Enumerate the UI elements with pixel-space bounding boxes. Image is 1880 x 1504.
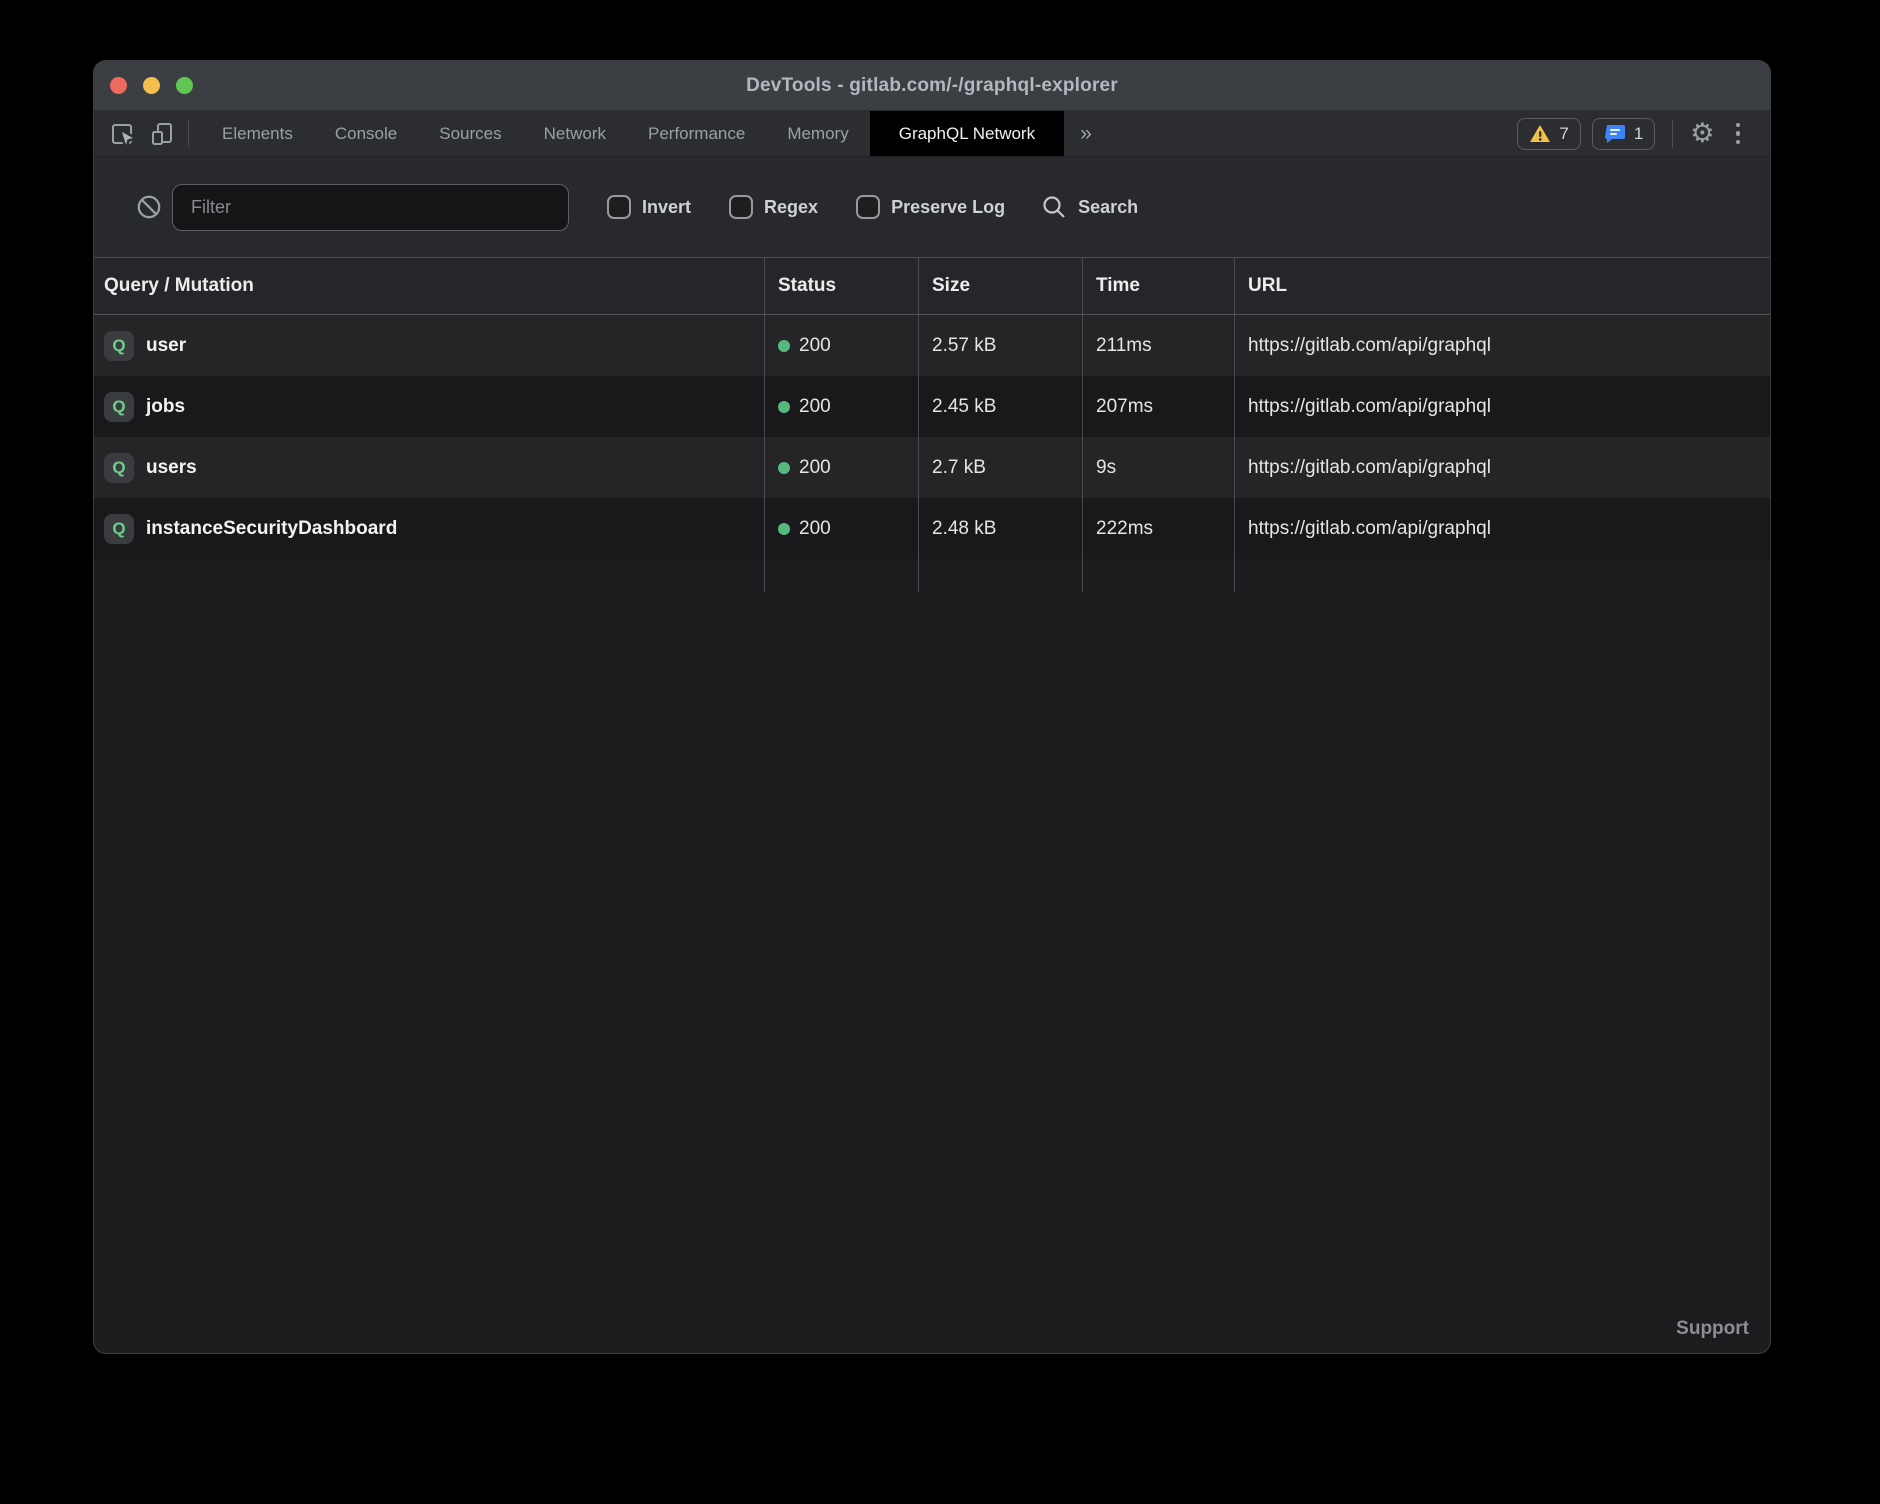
table-header: Query / Mutation Status Size Time URL <box>94 258 1770 315</box>
status-ok-dot <box>778 340 790 352</box>
search-button[interactable]: Search <box>1041 194 1138 220</box>
devtools-tabbar: Elements Console Sources Network Perform… <box>94 111 1770 157</box>
status-ok-dot <box>778 462 790 474</box>
size-value: 2.45 kB <box>918 376 1082 437</box>
status-ok-dot <box>778 401 790 413</box>
query-name: jobs <box>146 396 185 418</box>
url-value: https://gitlab.com/api/graphql <box>1234 376 1770 437</box>
table-body: Q user 200 2.57 kB 211ms https://gitlab.… <box>94 315 1770 592</box>
inspect-element-icon[interactable] <box>110 121 136 147</box>
table-row[interactable]: Q user 200 2.57 kB 211ms https://gitlab.… <box>94 315 1770 376</box>
tab-performance[interactable]: Performance <box>627 111 766 156</box>
time-value: 207ms <box>1082 376 1234 437</box>
close-window-button[interactable] <box>110 77 127 94</box>
regex-label: Regex <box>764 197 818 218</box>
warnings-badge[interactable]: 7 <box>1517 118 1580 150</box>
clear-log-icon[interactable] <box>136 194 162 220</box>
status-code: 200 <box>799 518 831 540</box>
message-count: 1 <box>1634 124 1643 144</box>
messages-badge[interactable]: 1 <box>1592 118 1655 150</box>
tabbar-divider <box>188 120 189 147</box>
table-row[interactable]: Q jobs 200 2.45 kB 207ms https://gitlab.… <box>94 376 1770 437</box>
size-value: 2.57 kB <box>918 315 1082 376</box>
url-value: https://gitlab.com/api/graphql <box>1234 498 1770 559</box>
filter-toolbar: Invert Regex Preserve Log Search <box>94 157 1770 258</box>
query-name: instanceSecurityDashboard <box>146 518 397 540</box>
column-divider-tail <box>94 559 1770 592</box>
tab-memory[interactable]: Memory <box>766 111 869 156</box>
size-value: 2.7 kB <box>918 437 1082 498</box>
preserve-log-label: Preserve Log <box>891 197 1005 218</box>
invert-checkbox[interactable] <box>607 195 631 219</box>
preserve-log-checkbox[interactable] <box>856 195 880 219</box>
devtools-window: DevTools - gitlab.com/-/graphql-explorer… <box>93 60 1771 1354</box>
query-name: user <box>146 335 186 357</box>
column-header-status: Status <box>764 258 918 314</box>
tab-graphql-network[interactable]: GraphQL Network <box>870 111 1064 156</box>
status-code: 200 <box>799 396 831 418</box>
query-type-badge: Q <box>104 331 134 361</box>
url-value: https://gitlab.com/api/graphql <box>1234 437 1770 498</box>
filter-input[interactable] <box>172 184 569 231</box>
column-header-query: Query / Mutation <box>94 258 764 314</box>
column-header-time: Time <box>1082 258 1234 314</box>
support-link[interactable]: Support <box>1676 1318 1749 1340</box>
tab-console[interactable]: Console <box>314 111 418 156</box>
query-type-badge: Q <box>104 453 134 483</box>
query-name: users <box>146 457 197 479</box>
right-tools-divider <box>1672 120 1673 148</box>
kebab-menu-icon[interactable] <box>1726 119 1751 149</box>
time-value: 9s <box>1082 437 1234 498</box>
tab-elements[interactable]: Elements <box>201 111 314 156</box>
table-row[interactable]: Q instanceSecurityDashboard 200 2.48 kB … <box>94 498 1770 559</box>
tab-sources[interactable]: Sources <box>418 111 522 156</box>
window-title: DevTools - gitlab.com/-/graphql-explorer <box>746 75 1118 97</box>
regex-checkbox[interactable] <box>729 195 753 219</box>
table-row[interactable]: Q users 200 2.7 kB 9s https://gitlab.com… <box>94 437 1770 498</box>
titlebar: DevTools - gitlab.com/-/graphql-explorer <box>94 61 1770 111</box>
minimize-window-button[interactable] <box>143 77 160 94</box>
url-value: https://gitlab.com/api/graphql <box>1234 315 1770 376</box>
more-tabs-chevron[interactable]: » <box>1064 111 1108 156</box>
invert-label: Invert <box>642 197 691 218</box>
size-value: 2.48 kB <box>918 498 1082 559</box>
tool-icons <box>94 111 176 156</box>
status-ok-dot <box>778 523 790 535</box>
column-header-size: Size <box>918 258 1082 314</box>
time-value: 222ms <box>1082 498 1234 559</box>
query-type-badge: Q <box>104 392 134 422</box>
column-header-url: URL <box>1234 258 1770 314</box>
preserve-log-checkbox-group[interactable]: Preserve Log <box>856 195 1005 219</box>
regex-checkbox-group[interactable]: Regex <box>729 195 818 219</box>
warning-icon <box>1529 124 1551 144</box>
status-code: 200 <box>799 457 831 479</box>
search-icon <box>1041 194 1067 220</box>
warning-count: 7 <box>1559 124 1568 144</box>
zoom-window-button[interactable] <box>176 77 193 94</box>
invert-checkbox-group[interactable]: Invert <box>607 195 691 219</box>
tab-network[interactable]: Network <box>523 111 627 156</box>
device-toolbar-icon[interactable] <box>150 121 176 147</box>
time-value: 211ms <box>1082 315 1234 376</box>
search-label: Search <box>1078 197 1138 218</box>
traffic-lights <box>110 61 193 110</box>
message-icon <box>1604 124 1626 144</box>
status-code: 200 <box>799 335 831 357</box>
query-type-badge: Q <box>104 514 134 544</box>
settings-gear-icon[interactable]: ⚙ <box>1690 120 1714 147</box>
tabbar-right-tools: 7 1 ⚙ <box>1517 111 1770 156</box>
